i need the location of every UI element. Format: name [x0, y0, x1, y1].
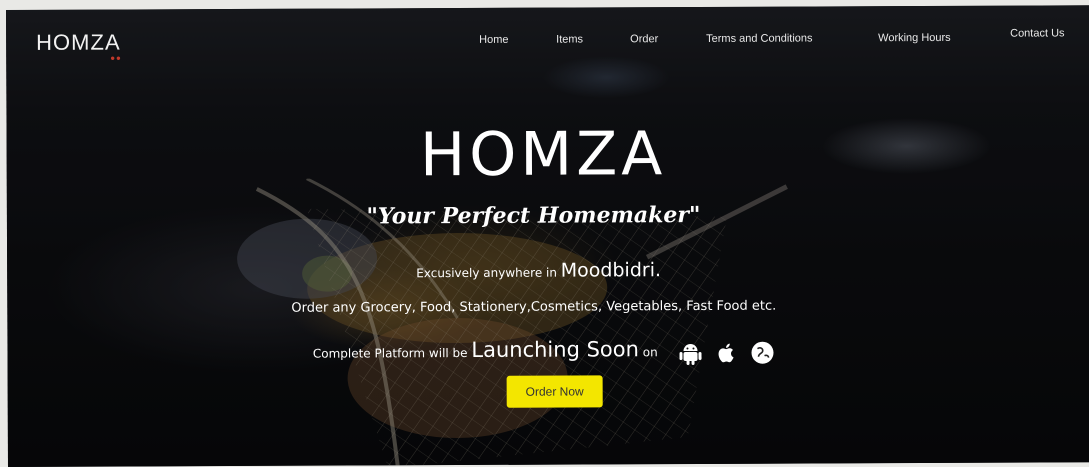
service-area-line: Excusively anywhere in Moodbidri.	[7, 257, 1089, 284]
service-area-prefix: Excusively anywhere in	[416, 265, 557, 281]
apple-icon	[718, 343, 734, 362]
launch-suffix: on	[642, 345, 658, 360]
nav-terms-and-conditions[interactable]: Terms and Conditions	[706, 32, 812, 44]
hero-title: HOMZA	[419, 119, 667, 191]
order-now-button[interactable]: Order Now	[506, 375, 603, 408]
hero-tagline: "Your Perfect Homemaker"	[366, 201, 701, 230]
launch-prefix: Complete Platform will be	[312, 345, 468, 361]
nav-items[interactable]: Items	[556, 33, 583, 45]
nav-contact-us[interactable]: Contact Us	[1010, 27, 1064, 39]
launch-highlight: Launching Soon	[471, 337, 639, 362]
service-area-place: Moodbidri.	[560, 259, 662, 282]
nav-order[interactable]: Order	[630, 33, 658, 45]
globe-icon	[751, 341, 774, 364]
nav-working-hours[interactable]: Working Hours	[878, 32, 951, 44]
android-icon	[679, 343, 702, 365]
launch-line: Complete Platform will be Launching Soon…	[7, 335, 1089, 368]
screen-photo: HOMZA ●● Home Items Order Terms and Cond…	[6, 5, 1089, 467]
nav-links: Home Items Order Terms and Conditions Wo…	[6, 27, 1089, 56]
platform-icons	[671, 339, 775, 365]
navbar: HOMZA ●● Home Items Order Terms and Cond…	[6, 5, 1089, 70]
nav-home[interactable]: Home	[479, 34, 508, 46]
